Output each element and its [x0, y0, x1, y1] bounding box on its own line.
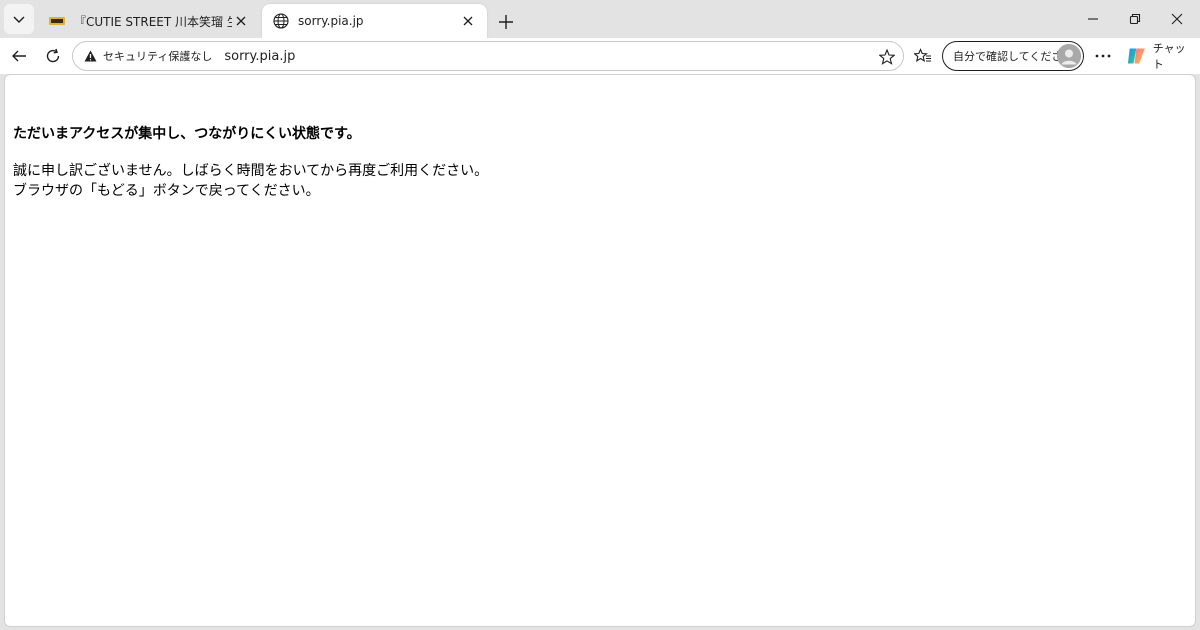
warning-icon[interactable]	[83, 49, 97, 63]
toolbar: セキュリティ保護なし sorry.pia.jp 自分で確認してください チャット	[0, 38, 1200, 74]
close-icon[interactable]	[459, 12, 477, 30]
restore-icon	[1129, 13, 1141, 25]
refresh-button[interactable]	[38, 41, 68, 71]
tab-sorry-pia[interactable]: sorry.pia.jp	[262, 4, 487, 38]
ticket-logo-icon	[48, 12, 66, 30]
refresh-icon	[46, 48, 60, 63]
star-icon[interactable]	[875, 45, 899, 69]
address-bar[interactable]: セキュリティ保護なし sorry.pia.jp	[72, 41, 904, 71]
page-viewport: ただいまアクセスが集中し、つながりにくい状態です。 誠に申し訳ございません。しば…	[4, 74, 1196, 627]
page-content: ただいまアクセスが集中し、つながりにくい状態です。 誠に申し訳ございません。しば…	[13, 123, 488, 201]
profile-label: 自分で確認してください	[953, 50, 1074, 63]
copilot-icon	[1127, 48, 1145, 64]
chevron-down-icon	[13, 16, 25, 23]
security-status[interactable]: セキュリティ保護なし	[103, 48, 212, 64]
favorites-icon	[914, 48, 931, 62]
globe-icon	[272, 12, 290, 30]
tab-title: sorry.pia.jp	[298, 14, 364, 28]
minimize-button[interactable]	[1072, 4, 1114, 34]
copilot-chat-button[interactable]: チャット	[1120, 41, 1194, 71]
page-heading: ただいまアクセスが集中し、つながりにくい状態です。	[13, 126, 361, 142]
close-icon	[1171, 13, 1183, 25]
tab-title: 『CUTIE STREET 川本笑瑠 生誕祭 20	[74, 14, 232, 29]
tab-list-button[interactable]	[4, 4, 34, 34]
arrow-left-icon	[12, 50, 26, 62]
favorites-button[interactable]	[908, 41, 938, 71]
url-text[interactable]: sorry.pia.jp	[224, 49, 295, 64]
minimize-icon	[1088, 18, 1098, 20]
profile-button[interactable]: 自分で確認してください	[942, 41, 1084, 71]
avatar	[1057, 44, 1081, 68]
back-button[interactable]	[4, 41, 34, 71]
apology-message: 誠に申し訳ございません。しばらく時間をおいてから再度ご利用ください。	[13, 163, 489, 179]
more-icon	[1095, 54, 1111, 58]
tab-cutie-street[interactable]: 『CUTIE STREET 川本笑瑠 生誕祭 20	[38, 4, 260, 38]
chat-label: チャット	[1152, 42, 1186, 71]
back-instruction: ブラウザの「もどる」ボタンで戻ってください。	[13, 183, 320, 199]
browser-window: 『CUTIE STREET 川本笑瑠 生誕祭 20 sorry.pia.jp	[0, 0, 1200, 630]
more-options-button[interactable]	[1088, 41, 1118, 71]
new-tab-button[interactable]	[492, 8, 520, 36]
close-icon[interactable]	[232, 12, 250, 30]
tab-strip: 『CUTIE STREET 川本笑瑠 生誕祭 20 sorry.pia.jp	[0, 0, 1200, 38]
plus-icon	[499, 15, 513, 29]
restore-button[interactable]	[1114, 4, 1156, 34]
close-window-button[interactable]	[1156, 4, 1198, 34]
